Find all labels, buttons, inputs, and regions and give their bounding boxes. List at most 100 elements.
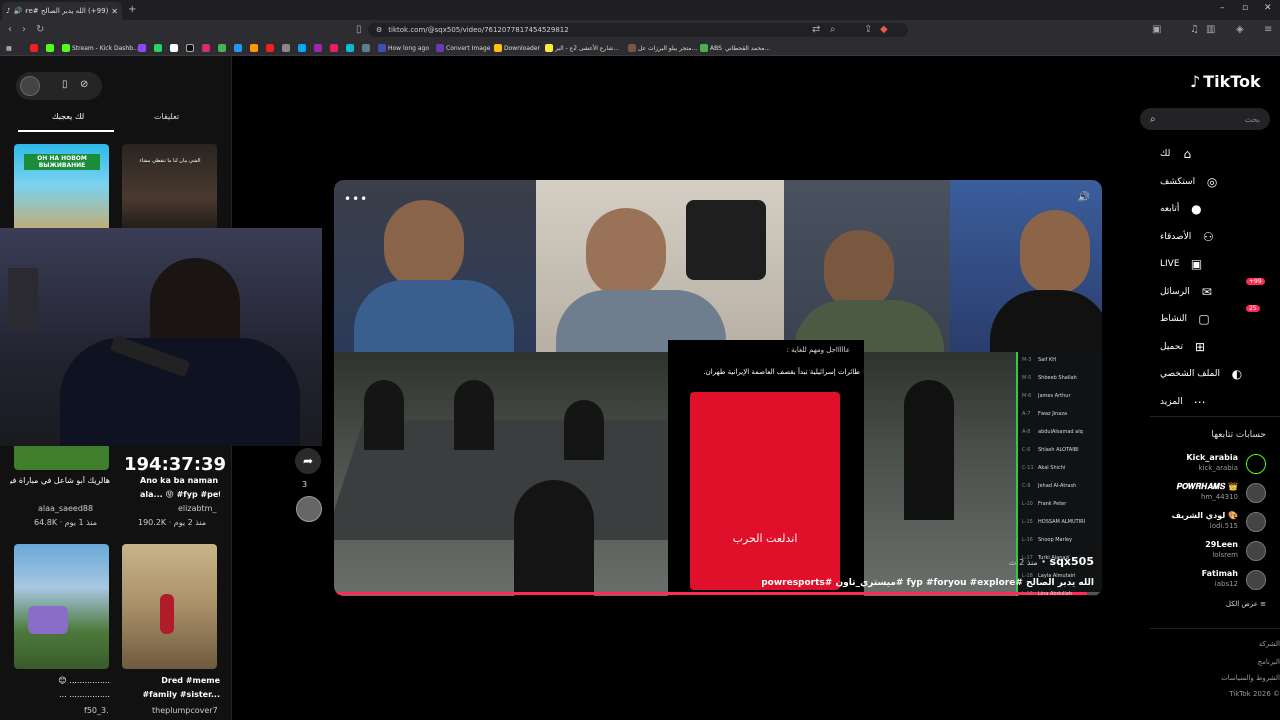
video-thumbnail[interactable] bbox=[14, 442, 109, 470]
following-account[interactable]: لودي الشريف 🎨 lodi.515 bbox=[1150, 510, 1266, 534]
sidebar-item-9[interactable]: ⋯ المزيد bbox=[1160, 392, 1270, 412]
site-info-icon[interactable]: ⚙ bbox=[376, 26, 382, 34]
bookmark-store[interactable]: متجر بيلو البرزات عل... bbox=[628, 43, 697, 53]
bookmark-downloader[interactable]: Downloader bbox=[494, 43, 540, 53]
tab-comments[interactable]: تعليقات bbox=[154, 112, 179, 121]
video-thumbnail[interactable]: ОН НА НОВОМ ВЫЖИВАНИЕ bbox=[14, 144, 109, 234]
reload-icon[interactable]: ↻ bbox=[36, 24, 44, 35]
bookmark-how-long-ago[interactable]: How long ago bbox=[378, 43, 429, 53]
bookmark-abs[interactable]: ABS bbox=[700, 43, 722, 53]
following-account[interactable]: 29Leen lolsrem bbox=[1150, 539, 1266, 563]
bookmark-misc4[interactable] bbox=[266, 43, 274, 53]
forward-icon[interactable]: › bbox=[22, 24, 26, 35]
sidebar-item-4[interactable]: ▣ LIVE bbox=[1160, 254, 1270, 274]
bookmark-misc2[interactable] bbox=[234, 43, 242, 53]
maximize-icon[interactable]: ▫ bbox=[1242, 3, 1248, 13]
following-account[interactable]: Fatimah iabs12 bbox=[1150, 568, 1266, 592]
sidebar-item-2[interactable]: ● أتابعه bbox=[1160, 199, 1270, 219]
phone-icon[interactable]: ▯ bbox=[62, 79, 68, 90]
zoom-icon[interactable]: ⌕ bbox=[830, 24, 836, 35]
bookmark-kick-dashboard[interactable]: Stream - Kick Dashb... bbox=[62, 43, 139, 53]
bookmark-misc7[interactable] bbox=[314, 43, 322, 53]
bookmark-yt[interactable] bbox=[30, 43, 38, 53]
player-id: M-3 bbox=[1022, 357, 1032, 363]
close-window-icon[interactable]: ✕ bbox=[1264, 3, 1272, 13]
bookmark-misc5[interactable] bbox=[282, 43, 290, 53]
bookmark-whatsapp[interactable] bbox=[154, 43, 162, 53]
tab-liked[interactable]: لك يعجبك bbox=[52, 112, 84, 121]
video-author[interactable]: theplumpcover7 bbox=[152, 706, 218, 715]
bookmark-misc6[interactable] bbox=[298, 43, 306, 53]
following-account[interactable]: 𝑷𝑶𝑾𝑹𝑯𝑨𝑴𝑺 👑 hm_44310 bbox=[1150, 481, 1266, 505]
sidebar-item-6[interactable]: ▢ النشاط bbox=[1160, 309, 1270, 329]
video-player[interactable]: ••• 🔊 عاااااجل ومهم للغاية : طائرات إسرا… bbox=[334, 180, 1102, 596]
share-page-icon[interactable]: ⇪ bbox=[864, 24, 872, 35]
bookmark-tiktok[interactable] bbox=[186, 43, 194, 53]
menu-icon[interactable]: ≡ bbox=[1264, 24, 1272, 35]
search-input[interactable]: بحث ⌕ bbox=[1140, 108, 1270, 130]
video-progress-bar[interactable] bbox=[334, 592, 1102, 595]
bookmark-misc3[interactable] bbox=[250, 43, 258, 53]
video-caption[interactable]: Dred #meme bbox=[140, 676, 220, 685]
bookmark-misc1[interactable] bbox=[218, 43, 226, 53]
video-caption[interactable]: هالريك أبو شاعل في مباراة فيها حارس مصر.… bbox=[10, 476, 110, 485]
bookmark-instagram[interactable] bbox=[202, 43, 210, 53]
bookmark-misc8[interactable] bbox=[330, 43, 338, 53]
close-tab-icon[interactable]: ✕ bbox=[111, 7, 118, 16]
browser-tab[interactable]: ♪ 🔊 (99+) الله يدبر الصالح #explore# ✕ bbox=[2, 2, 122, 20]
shield-icon[interactable]: ◆ bbox=[880, 24, 888, 35]
bookmark-misc10[interactable] bbox=[362, 43, 370, 53]
video-author[interactable]: f50_3. bbox=[84, 706, 109, 715]
video-caption[interactable]: 😊 ................ bbox=[10, 676, 110, 685]
share-button[interactable]: ➦ bbox=[295, 448, 321, 474]
search-icon[interactable]: ⌕ bbox=[1150, 114, 1156, 125]
sidebar-item-5[interactable]: ✉ الرسائل bbox=[1160, 282, 1270, 302]
bookmark-x[interactable] bbox=[170, 43, 178, 53]
avatar bbox=[1246, 570, 1266, 590]
sidebar-item-label: الأصدقاء bbox=[1160, 231, 1192, 242]
bookmark-convert-image[interactable]: Convert Image bbox=[436, 43, 490, 53]
player-id: C-11 bbox=[1022, 465, 1034, 471]
bookmark-twitch[interactable] bbox=[138, 43, 146, 53]
sidebar-item-1[interactable]: ◎ استكشف bbox=[1160, 172, 1270, 192]
new-tab-button[interactable]: + bbox=[128, 4, 136, 15]
bookmark-misc9[interactable] bbox=[346, 43, 354, 53]
following-account[interactable]: Kick_arabia kick_arabia bbox=[1150, 452, 1266, 476]
audio-icon[interactable]: 🔊 bbox=[13, 7, 22, 15]
extension-icon[interactable]: ▣ bbox=[1152, 24, 1161, 35]
footer-program[interactable]: البرنامج bbox=[1190, 658, 1280, 666]
breaking-news-body: طائرات إسرائيلية تبدأ بقصف العاصمة الإير… bbox=[703, 368, 860, 376]
see-all-link[interactable]: عرض الكل ≡ bbox=[1150, 600, 1266, 608]
back-icon[interactable]: ‹ bbox=[8, 24, 12, 35]
player-name: James Arthur bbox=[1038, 393, 1071, 399]
sidebar-item-7[interactable]: ⊞ تحميل bbox=[1160, 337, 1270, 357]
volume-icon[interactable]: 🔊 bbox=[1078, 192, 1090, 203]
more-options-icon[interactable]: ••• bbox=[344, 192, 368, 206]
avatar[interactable] bbox=[20, 76, 40, 96]
footer-company[interactable]: الشركة bbox=[1190, 640, 1280, 648]
url-field[interactable]: ⚙ tiktok.com/@sqx505/video/7612077817454… bbox=[368, 23, 908, 37]
wallet-icon[interactable]: ◈ bbox=[1236, 24, 1244, 35]
bookmark-mohammed[interactable]: محمد القحطاني... bbox=[725, 43, 770, 53]
minimize-icon[interactable]: – bbox=[1220, 3, 1225, 13]
sidebar-item-3[interactable]: ⚇ الأصدقاء bbox=[1160, 227, 1270, 247]
video-author[interactable]: alaa_saeed88 bbox=[38, 504, 93, 513]
video-thumbnail[interactable]: الشي يبان لنا ما تنقطي مشاء bbox=[122, 144, 217, 234]
sidebar-item-8[interactable]: ◐ الملف الشخصي bbox=[1160, 364, 1270, 384]
apps-icon[interactable]: ▦ bbox=[6, 43, 12, 53]
tiktok-logo[interactable]: ♪ TikTok bbox=[1190, 72, 1261, 91]
video-author[interactable]: elizabtm_ bbox=[178, 504, 216, 513]
sidebar-item-0[interactable]: ⌂ لك bbox=[1160, 144, 1270, 164]
music-icon[interactable]: ♫ bbox=[1190, 24, 1199, 35]
translate-icon[interactable]: ⇄ bbox=[812, 24, 820, 35]
bookmark-kick[interactable] bbox=[46, 43, 54, 53]
sidebar-icon[interactable]: ▥ bbox=[1206, 24, 1215, 35]
bookmark-street[interactable]: شارع الأعشى 2ع - البر... bbox=[545, 43, 619, 53]
creator-avatar[interactable] bbox=[296, 496, 322, 522]
video-thumbnail[interactable] bbox=[122, 544, 217, 669]
compass-icon[interactable]: ⊘ bbox=[80, 79, 88, 90]
bookmark-icon[interactable]: ▯ bbox=[356, 24, 362, 35]
video-thumbnail[interactable] bbox=[14, 544, 109, 669]
video-caption[interactable]: Ano ka ba naman bbox=[140, 476, 220, 485]
footer-terms[interactable]: الشروط والسياسات bbox=[1190, 674, 1280, 682]
